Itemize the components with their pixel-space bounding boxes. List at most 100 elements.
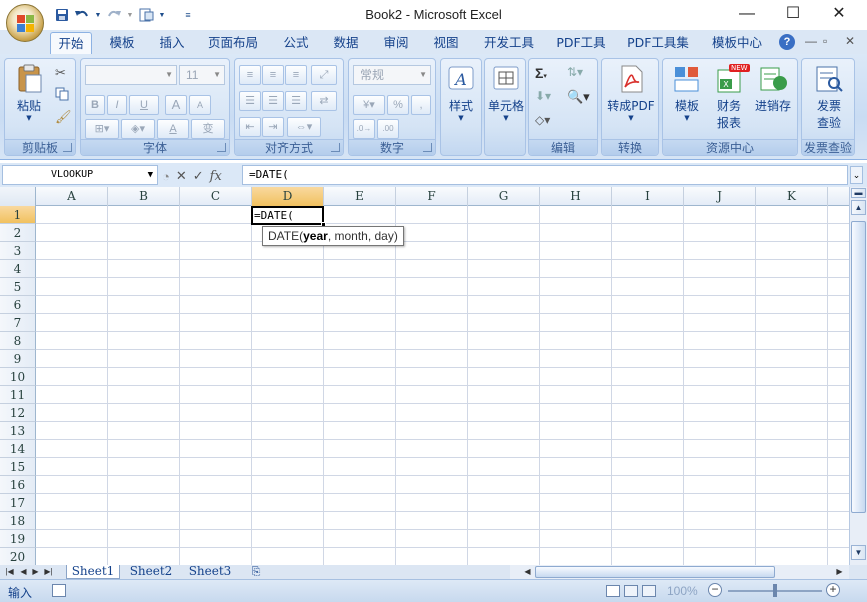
wrap-text-button[interactable]: ⇄ xyxy=(311,91,337,111)
find-select-button[interactable]: 🔍▾ xyxy=(567,89,590,105)
tab-template[interactable]: 模板 xyxy=(102,32,142,54)
row-header-5[interactable]: 5 xyxy=(0,278,36,296)
worksheet-grid[interactable]: ABCDEFGHIJK 1 2 3 4 5 6 7 8 9 10 11 12 13 14 15 16 17 18 1… xyxy=(0,187,849,565)
row-header-7[interactable]: 7 xyxy=(0,314,36,332)
orientation-button[interactable]: ⤢ xyxy=(311,65,337,85)
zoom-slider-thumb[interactable] xyxy=(773,584,777,597)
column-header-e[interactable]: E xyxy=(324,187,396,206)
grow-font-button[interactable]: A xyxy=(165,95,187,115)
office-button[interactable] xyxy=(6,4,44,42)
group-styles[interactable]: A 样式 ▼ xyxy=(440,58,482,156)
minimize-button[interactable]: — xyxy=(732,4,762,24)
autosum-button[interactable]: Σ▾ xyxy=(535,65,547,81)
formula-input[interactable]: =DATE( xyxy=(242,165,848,185)
row-header-15[interactable]: 15 xyxy=(0,458,36,476)
row-header-17[interactable]: 17 xyxy=(0,494,36,512)
align-top-button[interactable]: ≡ xyxy=(239,65,261,85)
column-header-d[interactable]: D xyxy=(252,187,324,206)
vertical-scrollbar[interactable]: ▬ ▲ ▼ xyxy=(849,187,867,565)
row-header-4[interactable]: 4 xyxy=(0,260,36,278)
horizontal-scroll-thumb[interactable] xyxy=(535,566,775,578)
formula-options-icon[interactable]: ◔ xyxy=(162,169,170,184)
font-color-button[interactable]: A xyxy=(157,119,189,139)
name-box[interactable]: VLOOKUP ▼ xyxy=(2,165,158,185)
row-header-11[interactable]: 11 xyxy=(0,386,36,404)
ribbon-minimize-icon[interactable]: — xyxy=(805,34,817,48)
column-header-a[interactable]: A xyxy=(36,187,108,206)
column-header-h[interactable]: H xyxy=(540,187,612,206)
sheet-tab-sheet2[interactable]: Sheet2 xyxy=(124,565,178,579)
column-header-c[interactable]: C xyxy=(180,187,252,206)
row-header-1[interactable]: 1 xyxy=(0,206,36,224)
align-middle-button[interactable]: ≡ xyxy=(262,65,284,85)
insert-function-icon[interactable]: fx xyxy=(210,169,222,184)
row-header-14[interactable]: 14 xyxy=(0,440,36,458)
view-page-break-icon[interactable] xyxy=(642,585,656,597)
tab-pdf-toolset[interactable]: PDF工具集 xyxy=(622,32,694,54)
invoice-stock-button[interactable]: 进销存 xyxy=(751,63,795,114)
last-sheet-icon[interactable]: ▶| xyxy=(43,565,54,579)
font-launcher-icon[interactable] xyxy=(217,143,226,152)
percent-button[interactable]: % xyxy=(387,95,409,115)
column-header-k[interactable]: K xyxy=(756,187,828,206)
align-bottom-button[interactable]: ≡ xyxy=(285,65,307,85)
scroll-down-icon[interactable]: ▼ xyxy=(851,545,866,560)
font-size-combo[interactable]: 11 ▼ xyxy=(179,65,225,85)
merge-center-button[interactable]: ⇔▾ xyxy=(287,117,321,137)
clipboard-launcher-icon[interactable] xyxy=(63,143,72,152)
copy-icon[interactable] xyxy=(55,87,69,104)
tab-insert[interactable]: 插入 xyxy=(152,32,192,54)
row-header-9[interactable]: 9 xyxy=(0,350,36,368)
ribbon-restore-icon[interactable]: ▫ xyxy=(823,34,827,48)
number-launcher-icon[interactable] xyxy=(423,143,432,152)
alignment-launcher-icon[interactable] xyxy=(331,143,340,152)
format-painter-icon[interactable]: 🖌 xyxy=(55,109,72,125)
first-sheet-icon[interactable]: |◀ xyxy=(4,565,15,579)
tooltip-current-arg[interactable]: year xyxy=(303,229,328,243)
row-header-10[interactable]: 10 xyxy=(0,368,36,386)
increase-decimal-button[interactable]: .0→ xyxy=(353,119,375,139)
column-header-j[interactable]: J xyxy=(684,187,756,206)
decrease-indent-button[interactable]: ⇤ xyxy=(239,117,261,137)
row-header-6[interactable]: 6 xyxy=(0,296,36,314)
view-page-layout-icon[interactable] xyxy=(624,585,638,597)
cells-button[interactable]: 单元格 ▼ xyxy=(487,63,525,122)
column-header-f[interactable]: F xyxy=(396,187,468,206)
paste-button[interactable]: 粘贴 ▼ xyxy=(11,63,47,122)
cancel-icon[interactable]: ✕ xyxy=(176,168,187,184)
name-box-dropdown-icon[interactable]: ▼ xyxy=(148,166,153,184)
shrink-font-button[interactable]: A xyxy=(189,95,211,115)
invoice-check-button[interactable]: 发票 查验 xyxy=(806,63,852,131)
zoom-out-icon[interactable]: − xyxy=(708,583,722,597)
row-header-19[interactable]: 19 xyxy=(0,530,36,548)
clear-button[interactable]: ◇▾ xyxy=(535,113,550,127)
cut-icon[interactable]: ✂ xyxy=(55,65,66,81)
convert-pdf-button[interactable]: 转成PDF ▼ xyxy=(604,63,658,122)
row-header-8[interactable]: 8 xyxy=(0,332,36,350)
column-header-i[interactable]: I xyxy=(612,187,684,206)
help-icon[interactable]: ? xyxy=(779,34,795,50)
fill-button[interactable]: ⬇▾ xyxy=(535,89,551,103)
column-header-g[interactable]: G xyxy=(468,187,540,206)
tab-data[interactable]: 数据 xyxy=(326,32,366,54)
align-center-button[interactable]: ☰ xyxy=(262,91,284,111)
template-button[interactable]: 模板 ▼ xyxy=(667,63,707,122)
view-normal-icon[interactable] xyxy=(606,585,620,597)
enter-icon[interactable]: ✓ xyxy=(193,168,204,184)
zoom-in-icon[interactable]: + xyxy=(826,583,840,597)
row-header-20[interactable]: 20 xyxy=(0,548,36,565)
next-sheet-icon[interactable]: ▶ xyxy=(30,565,41,579)
scroll-left-icon[interactable]: ◀ xyxy=(522,565,533,579)
phonetic-button[interactable]: 变 xyxy=(191,119,225,139)
borders-button[interactable]: ⊞▾ xyxy=(85,119,119,139)
currency-button[interactable]: ¥▾ xyxy=(353,95,385,115)
group-cells[interactable]: 单元格 ▼ xyxy=(484,58,526,156)
scroll-up-icon[interactable]: ▲ xyxy=(851,200,866,215)
tab-formulas[interactable]: 公式 xyxy=(276,32,316,54)
row-header-18[interactable]: 18 xyxy=(0,512,36,530)
expand-formula-bar-icon[interactable]: ⌄ xyxy=(850,166,863,184)
row-header-12[interactable]: 12 xyxy=(0,404,36,422)
increase-indent-button[interactable]: ⇥ xyxy=(262,117,284,137)
macro-record-icon[interactable] xyxy=(52,584,66,597)
row-header-2[interactable]: 2 xyxy=(0,224,36,242)
